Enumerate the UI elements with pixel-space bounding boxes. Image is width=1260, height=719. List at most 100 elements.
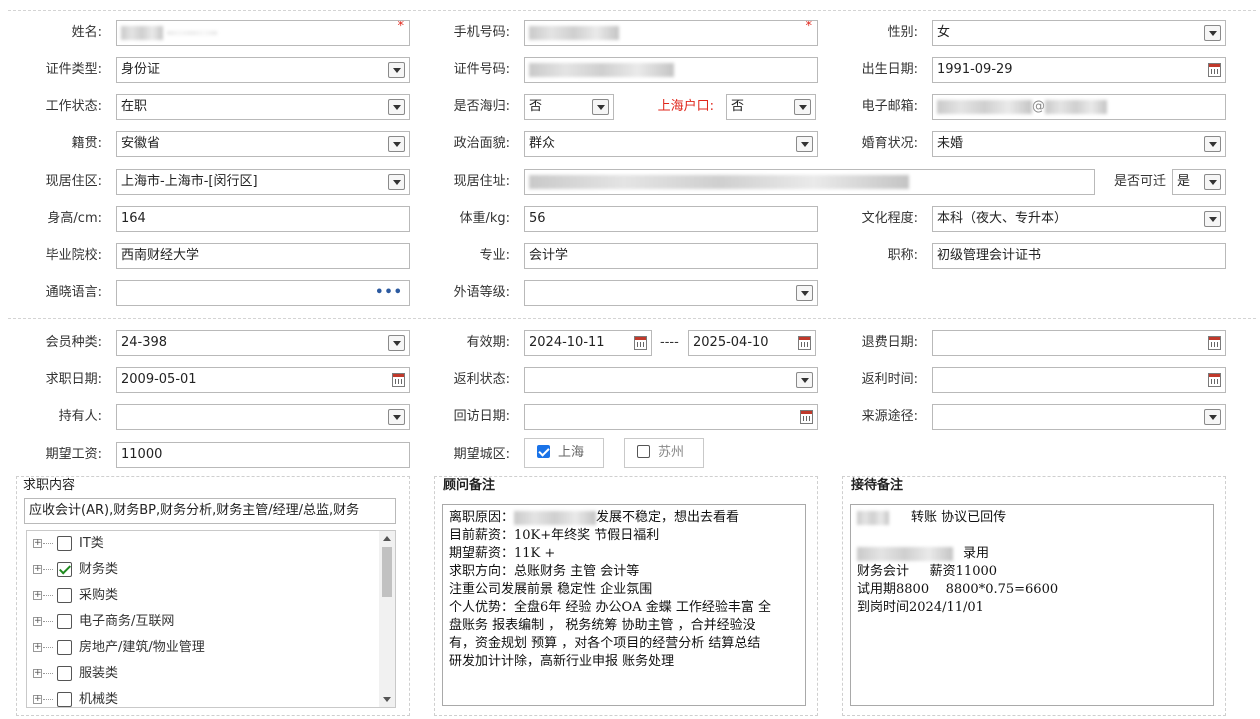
id-type-select[interactable]: 身份证	[116, 57, 410, 83]
job-date-value: 2009-05-01	[121, 372, 197, 387]
checkbox-checked-icon[interactable]	[57, 562, 72, 577]
name-field[interactable]: *	[116, 20, 410, 46]
source-select[interactable]	[932, 404, 1226, 430]
scroll-thumb[interactable]	[382, 547, 392, 597]
calendar-icon[interactable]	[392, 373, 405, 387]
height-field[interactable]: 164	[116, 206, 410, 232]
tree-item[interactable]: + IT类	[27, 531, 377, 557]
consultant-notes-textarea[interactable]: 离职原因： 发展不稳定，想出去看看 目前薪资：10K+年终奖 节假日福利 期望薪资…	[442, 504, 806, 706]
validity-to-field[interactable]: 2025-04-10	[688, 330, 816, 356]
date-range-separator: ----	[660, 335, 679, 350]
chevron-down-icon[interactable]	[1204, 25, 1221, 41]
row-id: 证件类型: 身份证 证件号码: 出生日期: 1991-09-29	[0, 57, 1260, 83]
chevron-down-icon[interactable]	[1204, 211, 1221, 227]
tree-item[interactable]: + 房地产/建筑/物业管理	[27, 635, 377, 661]
expand-icon[interactable]: +	[33, 539, 42, 548]
languages-label: 通晓语言:	[45, 285, 102, 300]
checkbox-icon[interactable]	[57, 588, 72, 603]
checkbox-checked-icon[interactable]	[537, 445, 550, 458]
chevron-down-icon[interactable]	[796, 285, 813, 301]
languages-field[interactable]: •••	[116, 280, 410, 306]
rebate-status-select[interactable]	[524, 367, 818, 393]
residence-addr-field[interactable]	[524, 169, 1095, 195]
title-field[interactable]: 初级管理会计证书	[932, 243, 1226, 269]
native-select[interactable]: 安徽省	[116, 131, 410, 157]
foreign-level-select[interactable]	[524, 280, 818, 306]
refund-date-field[interactable]	[932, 330, 1226, 356]
weight-field[interactable]: 56	[524, 206, 818, 232]
checkbox-icon[interactable]	[57, 692, 72, 707]
chevron-down-icon[interactable]	[1204, 409, 1221, 425]
masked-address	[529, 174, 909, 189]
chevron-down-icon[interactable]	[388, 174, 405, 190]
gender-select[interactable]: 女	[932, 20, 1226, 46]
expand-icon[interactable]: +	[33, 669, 42, 678]
checkbox-icon[interactable]	[57, 640, 72, 655]
expand-icon[interactable]: +	[33, 695, 42, 704]
scroll-down-icon[interactable]	[383, 697, 391, 702]
chevron-down-icon[interactable]	[1204, 174, 1221, 190]
id-no-field[interactable]	[524, 57, 818, 83]
holder-select[interactable]	[116, 404, 410, 430]
residence-area-label: 现居住区:	[45, 174, 102, 189]
calendar-icon[interactable]	[634, 336, 647, 350]
chevron-down-icon[interactable]	[796, 372, 813, 388]
calendar-icon[interactable]	[800, 410, 813, 424]
chevron-down-icon[interactable]	[1204, 136, 1221, 152]
expected-salary-field[interactable]: 11000	[116, 442, 410, 468]
chevron-down-icon[interactable]	[388, 99, 405, 115]
rebate-time-field[interactable]	[932, 367, 1226, 393]
chevron-down-icon[interactable]	[796, 136, 813, 152]
chevron-down-icon[interactable]	[388, 136, 405, 152]
checkbox-icon[interactable]	[637, 445, 650, 458]
marital-select[interactable]: 未婚	[932, 131, 1226, 157]
major-field[interactable]: 会计学	[524, 243, 818, 269]
calendar-icon[interactable]	[1208, 373, 1221, 387]
job-date-field[interactable]: 2009-05-01	[116, 367, 410, 393]
mobile-field[interactable]: *	[524, 20, 818, 46]
job-content-summary-field[interactable]: 应收会计(AR),财务BP,财务分析,财务主管/经理/总监,财务	[24, 498, 396, 524]
chevron-down-icon[interactable]	[388, 335, 405, 351]
tree-connector	[43, 699, 53, 700]
residence-area-select[interactable]: 上海市-上海市-[闵行区]	[116, 169, 410, 195]
city-option-shanghai[interactable]: 上海	[524, 438, 604, 468]
relocatable-select[interactable]: 是	[1172, 169, 1226, 195]
scroll-up-icon[interactable]	[383, 536, 391, 541]
email-field[interactable]: @	[932, 94, 1226, 120]
city-option-suzhou[interactable]: 苏州	[624, 438, 704, 468]
chevron-down-icon[interactable]	[388, 62, 405, 78]
member-section-divider	[8, 318, 1256, 319]
calendar-icon[interactable]	[1208, 336, 1221, 350]
birth-date-field[interactable]: 1991-09-29	[932, 57, 1226, 83]
more-icon[interactable]: •••	[375, 281, 403, 305]
expand-icon[interactable]: +	[33, 565, 42, 574]
chevron-down-icon[interactable]	[592, 99, 609, 115]
checkbox-icon[interactable]	[57, 666, 72, 681]
reception-notes-textarea[interactable]: 转账 协议已回传 录用 财务会计 薪资11000 试用期8800 8800*0.…	[850, 504, 1214, 706]
tree-item[interactable]: + 财务类	[27, 557, 377, 583]
tree-item[interactable]: + 机械类	[27, 687, 377, 707]
expand-icon[interactable]: +	[33, 617, 42, 626]
expand-icon[interactable]: +	[33, 591, 42, 600]
chevron-down-icon[interactable]	[794, 99, 811, 115]
chevron-down-icon[interactable]	[388, 409, 405, 425]
school-field[interactable]: 西南财经大学	[116, 243, 410, 269]
checkbox-icon[interactable]	[57, 536, 72, 551]
member-type-select[interactable]: 24-398	[116, 330, 410, 356]
tree-scrollbar[interactable]	[379, 531, 395, 707]
calendar-icon[interactable]	[798, 336, 811, 350]
expand-icon[interactable]: +	[33, 643, 42, 652]
checkbox-icon[interactable]	[57, 614, 72, 629]
calendar-icon[interactable]	[1208, 63, 1221, 77]
row-job-date: 求职日期: 2009-05-01 返利状态: 返利时间:	[0, 367, 1260, 393]
sh-hukou-select[interactable]: 否	[726, 94, 816, 120]
work-status-select[interactable]: 在职	[116, 94, 410, 120]
tree-item[interactable]: + 服装类	[27, 661, 377, 687]
politics-select[interactable]: 群众	[524, 131, 818, 157]
tree-item[interactable]: + 采购类	[27, 583, 377, 609]
education-select[interactable]: 本科（夜大、专升本）	[932, 206, 1226, 232]
validity-from-field[interactable]: 2024-10-11	[524, 330, 652, 356]
returnee-select[interactable]: 否	[524, 94, 614, 120]
visit-date-field[interactable]	[524, 404, 818, 430]
tree-item[interactable]: + 电子商务/互联网	[27, 609, 377, 635]
